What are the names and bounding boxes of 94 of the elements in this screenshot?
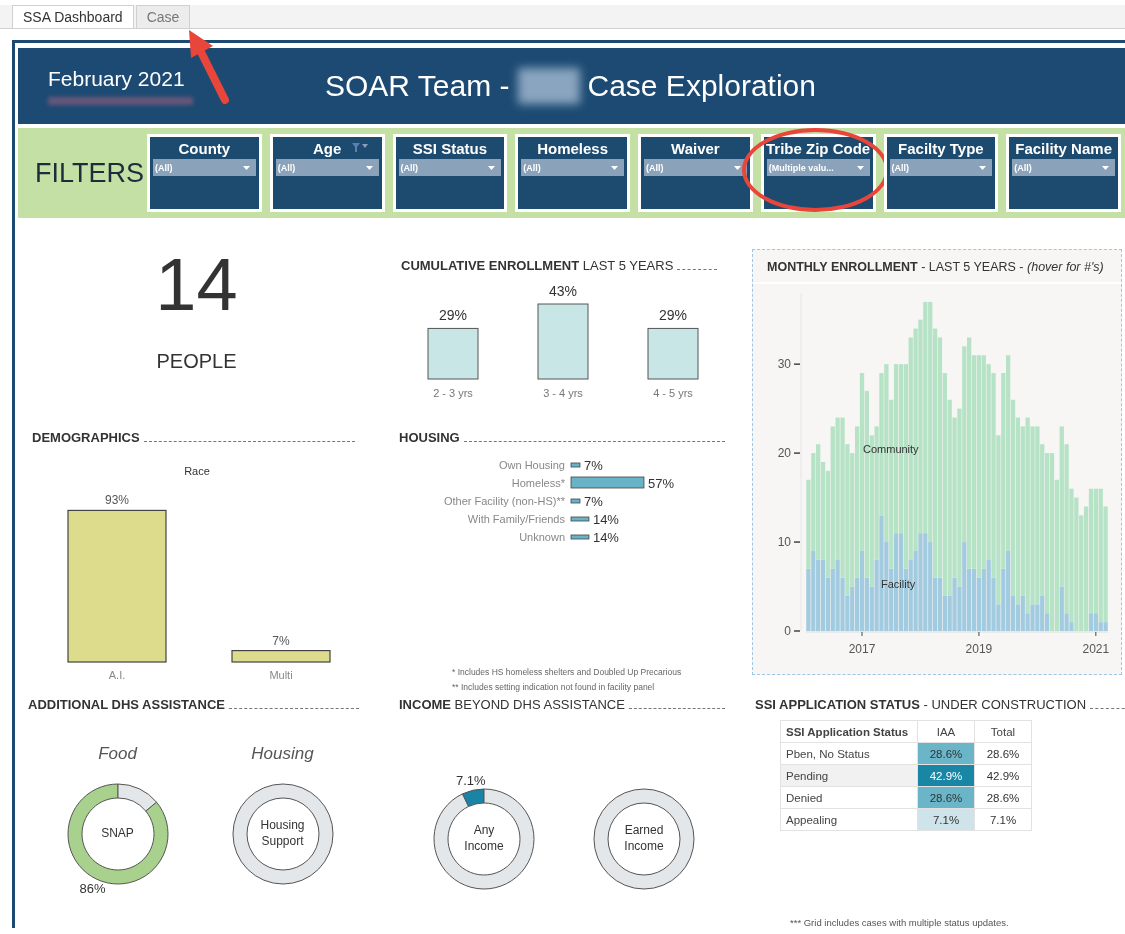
section-title: ADDITIONAL DHS ASSISTANCE: [28, 697, 225, 712]
donut-center-label: Earned Income: [623, 822, 665, 855]
caret-icon: [856, 165, 864, 170]
caret-icon: [242, 165, 250, 170]
filter-label: Age: [312, 140, 342, 157]
series-label: Community: [863, 443, 919, 455]
axis-label: 4 - 5 yrs: [653, 387, 693, 399]
dashboard-title: SOAR Team -: [325, 69, 510, 103]
chart-title: Race: [183, 465, 211, 477]
section-title: SSI APPLICATION STATUS - UNDER CONSTRUCTION: [755, 697, 1087, 712]
donut-heading: Food: [98, 744, 137, 764]
filter-dropdown[interactable]: (All): [275, 159, 379, 176]
filter-label: Homeless: [537, 140, 609, 157]
section-title: INCOME BEYOND DHS ASSISTANCE: [399, 697, 625, 712]
report-date: February 2021: [48, 67, 186, 91]
filter-label: Waiver: [671, 140, 720, 157]
series-label: Facility: [881, 578, 916, 590]
filter-label: Tribe Zip Code: [766, 140, 871, 157]
axis-label: 3 - 4 yrs: [543, 387, 583, 399]
caret-icon: [488, 165, 496, 170]
chart-title: MONTHLY ENROLLMENT - LAST 5 YEARS - (hover for #'s): [753, 250, 1121, 284]
table-cell: Pending: [780, 764, 918, 787]
footnote: * Includes HS homeless shelters and Doubled Up Precarious: [452, 667, 683, 677]
axis-label: Other Facility (non-HS)**: [443, 495, 565, 507]
filter-dropdown[interactable]: (All): [398, 159, 502, 176]
people-label: PEOPLE: [156, 350, 237, 373]
axis-label: 2 - 3 yrs: [433, 387, 473, 399]
chart-bar: [427, 327, 479, 380]
axis-tick-label: 2021: [1082, 642, 1110, 656]
filter-funnel-icon[interactable]: [351, 143, 368, 153]
column-header: SSI Application Status: [780, 720, 918, 743]
filter-dropdown[interactable]: (All): [153, 159, 256, 176]
filter-dropdown[interactable]: (All): [521, 159, 624, 176]
filter-dropdown[interactable]: (All): [889, 159, 993, 176]
axis-label: A.I.: [108, 669, 126, 681]
donut-center-label: Any Income: [463, 822, 505, 855]
filter-label: County: [178, 140, 231, 157]
axis-label: Multi: [269, 669, 293, 681]
filter-dropdown[interactable]: (All): [1012, 159, 1115, 176]
data-label: 7%: [583, 458, 603, 473]
filter-label: Facility Name: [1015, 140, 1112, 157]
data-label: 86%: [78, 881, 105, 897]
chart-bar: [570, 534, 590, 540]
chart-bar: [570, 516, 590, 522]
axis-tick-label: 2019: [965, 642, 993, 656]
donut-center-label: SNAP: [100, 825, 135, 843]
sheet-tab[interactable]: Case: [135, 5, 191, 28]
data-label: 14%: [592, 512, 619, 527]
axis-tick-label: 30: [777, 357, 791, 372]
column-header: Total: [974, 720, 1032, 743]
caret-icon: [611, 165, 618, 170]
footnote: ** Includes setting indication not found in facility panel: [452, 682, 656, 692]
table-cell: Pben, No Status: [780, 742, 918, 765]
data-label: 7%: [272, 633, 290, 648]
chart-bar: [570, 462, 581, 468]
axis-tick-label: 2017: [848, 642, 876, 656]
section-title: HOUSING: [399, 430, 460, 445]
axis-tick-label: 10: [777, 535, 791, 550]
filter-label: SSI Status: [412, 140, 487, 157]
data-label: 7%: [583, 494, 603, 509]
caret-icon: [733, 165, 741, 170]
data-label: 29%: [659, 307, 687, 324]
axis-label: Unknown: [519, 531, 565, 543]
data-label: 57%: [647, 476, 674, 491]
donut-heading: Housing: [251, 744, 314, 764]
axis-label: With Family/Friends: [467, 513, 565, 525]
data-label: 7.1%: [455, 773, 486, 789]
axis-tick-label: 20: [777, 446, 791, 461]
filter-dropdown[interactable]: (Multiple valu...: [766, 159, 870, 176]
dashboard-title: Case Exploration: [587, 69, 816, 103]
column-header: IAA: [917, 720, 975, 743]
axis-label: Own Housing: [498, 459, 565, 471]
filter-dropdown[interactable]: (All): [644, 159, 747, 176]
caret-icon: [1102, 165, 1109, 170]
sheet-tab[interactable]: SSA Dashboard: [12, 5, 134, 28]
footnote: *** Grid includes cases with multiple status updates.: [790, 917, 1010, 928]
filter-label: Facilty Type: [898, 140, 984, 157]
data-label: 29%: [439, 307, 467, 324]
data-label: 93%: [105, 493, 129, 508]
table-cell: Denied: [780, 786, 918, 809]
data-label: 14%: [592, 530, 619, 545]
section-title: CUMULATIVE ENROLLMENT LAST 5 YEARS: [401, 258, 674, 273]
chart-bar: [570, 498, 581, 504]
axis-label: Homeless*: [511, 477, 565, 489]
caret-icon: [365, 165, 373, 170]
donut-center-label: Housing Support: [259, 817, 306, 850]
people-count: 14: [155, 248, 238, 322]
redaction-blur: [517, 68, 580, 104]
data-label: 43%: [549, 283, 577, 299]
section-title: DEMOGRAPHICS: [32, 430, 140, 445]
axis-tick-label: 0: [784, 624, 791, 638]
caret-icon: [979, 165, 987, 170]
chart-bar: [647, 327, 699, 380]
table-cell: Appealing: [780, 808, 918, 831]
